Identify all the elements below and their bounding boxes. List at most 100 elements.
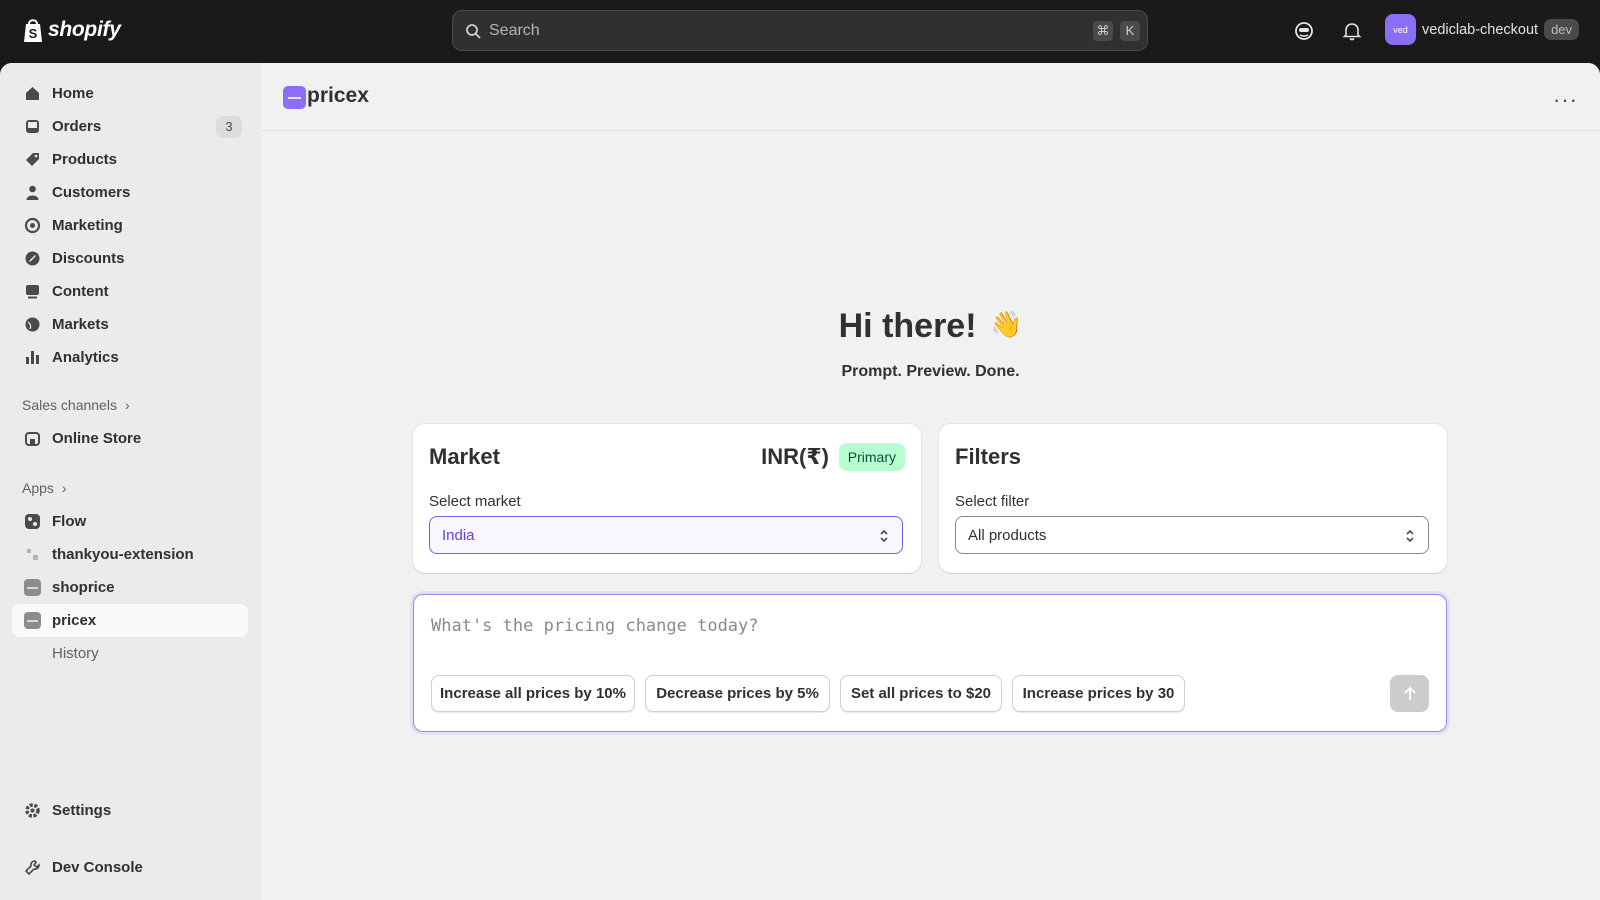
gear-icon <box>25 803 40 818</box>
page-header: pricex ··· <box>261 63 1600 131</box>
store-name: vediclab-checkout <box>1422 21 1539 38</box>
sidebar-item-label: thankyou-extension <box>52 546 194 563</box>
dev-badge: dev <box>1544 19 1580 40</box>
sidebar-item-label: Online Store <box>52 430 142 447</box>
shopify-logo[interactable]: S shopify <box>22 16 121 44</box>
sales-channels-heading[interactable]: Sales channels › <box>22 397 130 413</box>
sidebar-item-label: Markets <box>52 316 109 333</box>
market-select-value: India <box>442 526 475 544</box>
prompt-input[interactable]: What's the pricing change today? <box>431 616 759 636</box>
sidebar-item-label: shoprice <box>52 579 115 596</box>
select-market-label: Select market <box>429 493 521 510</box>
sidebar-item-flow[interactable]: Flow <box>12 505 248 538</box>
app-shell: Home Orders 3 Products Customers Marketi… <box>0 63 1600 900</box>
page-title: pricex <box>307 84 369 107</box>
flow-icon <box>25 514 40 529</box>
content-icon <box>26 285 39 299</box>
shoprice-app-icon <box>24 579 41 596</box>
sidebar-item-settings[interactable]: Settings <box>12 794 248 827</box>
sidebar-item-shoprice[interactable]: shoprice <box>12 571 248 604</box>
apps-label: Apps <box>22 480 54 496</box>
more-actions-button[interactable]: ··· <box>1553 87 1578 113</box>
send-button[interactable] <box>1390 675 1429 712</box>
suggestion-chip[interactable]: Increase prices by 30 <box>1012 675 1185 712</box>
sales-channels-label: Sales channels <box>22 397 117 413</box>
waving-hand-icon: 👋 <box>990 309 1023 339</box>
store-icon <box>25 432 40 446</box>
suggestion-chip[interactable]: Set all prices to $20 <box>840 675 1002 712</box>
bar-chart-icon <box>26 351 39 364</box>
bell-icon[interactable] <box>1341 20 1363 42</box>
market-currency: INR(₹) <box>761 444 829 469</box>
apps-heading[interactable]: Apps › <box>22 480 67 496</box>
suggestion-chip[interactable]: Decrease prices by 5% <box>645 675 830 712</box>
store-menu[interactable]: ved vediclab-checkout dev <box>1385 14 1580 45</box>
market-card: Market INR(₹) Primary Select market Indi… <box>413 424 921 573</box>
filter-select-value: All products <box>968 526 1047 544</box>
hero-heading: Hi there! 👋 <box>261 307 1600 346</box>
chevron-right-icon: › <box>124 397 130 413</box>
sidebar-item-label: Dev Console <box>52 859 143 876</box>
sidebar-item-label: pricex <box>52 612 97 629</box>
sidebar-item-history[interactable]: History <box>12 637 248 670</box>
sidebar-item-home[interactable]: Home <box>12 77 248 110</box>
filters-card-title: Filters <box>955 444 1022 469</box>
chevron-right-icon: › <box>61 480 67 496</box>
sidebar-item-pricex[interactable]: pricex <box>12 604 248 637</box>
sidebar-item-orders[interactable]: Orders 3 <box>12 110 248 143</box>
wrench-icon <box>24 860 40 876</box>
sidebar-item-dev-console[interactable]: Dev Console <box>12 851 248 884</box>
inbox-icon <box>26 120 39 133</box>
arrow-up-icon <box>1403 686 1416 700</box>
discount-icon <box>25 251 40 266</box>
primary-badge: Primary <box>838 443 905 471</box>
main-content: pricex ··· Hi there! 👋 Prompt. Preview. … <box>261 63 1600 900</box>
sidebar-item-content[interactable]: Content <box>12 275 248 308</box>
sidebar-item-label: Flow <box>52 513 87 530</box>
sidebar-item-thankyou-extension[interactable]: thankyou-extension <box>12 538 248 571</box>
sidebar-item-discounts[interactable]: Discounts <box>12 242 248 275</box>
pricing-prompt-box[interactable]: What's the pricing change today? Increas… <box>413 594 1447 732</box>
svg-text:S: S <box>29 26 38 41</box>
pricex-logo-icon <box>283 86 306 109</box>
sidebar-item-label: Analytics <box>52 349 119 366</box>
app-placeholder-icon <box>27 549 38 560</box>
tag-icon <box>26 153 39 166</box>
select-chevron-icon <box>1406 529 1414 543</box>
market-card-title: Market <box>429 444 500 469</box>
suggestion-chip[interactable]: Increase all prices by 10% <box>431 675 635 712</box>
sidebar: Home Orders 3 Products Customers Marketi… <box>0 63 261 900</box>
market-select[interactable]: India <box>429 516 903 554</box>
sidebar-item-label: Customers <box>52 184 131 201</box>
sidebar-item-online-store[interactable]: Online Store <box>12 422 248 455</box>
target-icon <box>24 217 41 234</box>
search-placeholder: Search <box>489 21 540 39</box>
sidebar-item-customers[interactable]: Customers <box>12 176 248 209</box>
sidebar-item-label: Marketing <box>52 217 123 234</box>
sidebar-item-label: Orders <box>52 118 102 135</box>
search-icon <box>466 23 481 39</box>
shopify-bag-icon: S <box>24 19 42 42</box>
sidebar-item-marketing[interactable]: Marketing <box>12 209 248 242</box>
sidebar-item-label: Products <box>52 151 118 168</box>
globe-icon <box>25 317 40 332</box>
sidekick-icon[interactable] <box>1293 20 1315 42</box>
home-icon <box>26 87 39 100</box>
sidebar-item-label: Discounts <box>52 250 125 267</box>
hero-title-text: Hi there! <box>838 307 977 345</box>
search-bar[interactable]: Search ⌘ K <box>452 10 1148 51</box>
person-icon <box>26 185 39 200</box>
sidebar-item-analytics[interactable]: Analytics <box>12 341 248 374</box>
shopify-wordmark: shopify <box>48 18 121 41</box>
pricex-app-icon <box>24 612 41 629</box>
hero-subtitle: Prompt. Preview. Done. <box>841 363 1020 380</box>
sidebar-item-label: Content <box>52 283 109 300</box>
sidebar-item-markets[interactable]: Markets <box>12 308 248 341</box>
sidebar-item-label: Home <box>52 85 94 102</box>
store-avatar: ved <box>1385 14 1416 45</box>
sidebar-item-products[interactable]: Products <box>12 143 248 176</box>
shortcut-command-key: ⌘ <box>1093 20 1113 41</box>
filter-select[interactable]: All products <box>955 516 1429 554</box>
sidebar-item-label: Settings <box>52 802 112 819</box>
top-bar: S shopify Search ⌘ K ved vediclab-checko… <box>0 0 1600 62</box>
